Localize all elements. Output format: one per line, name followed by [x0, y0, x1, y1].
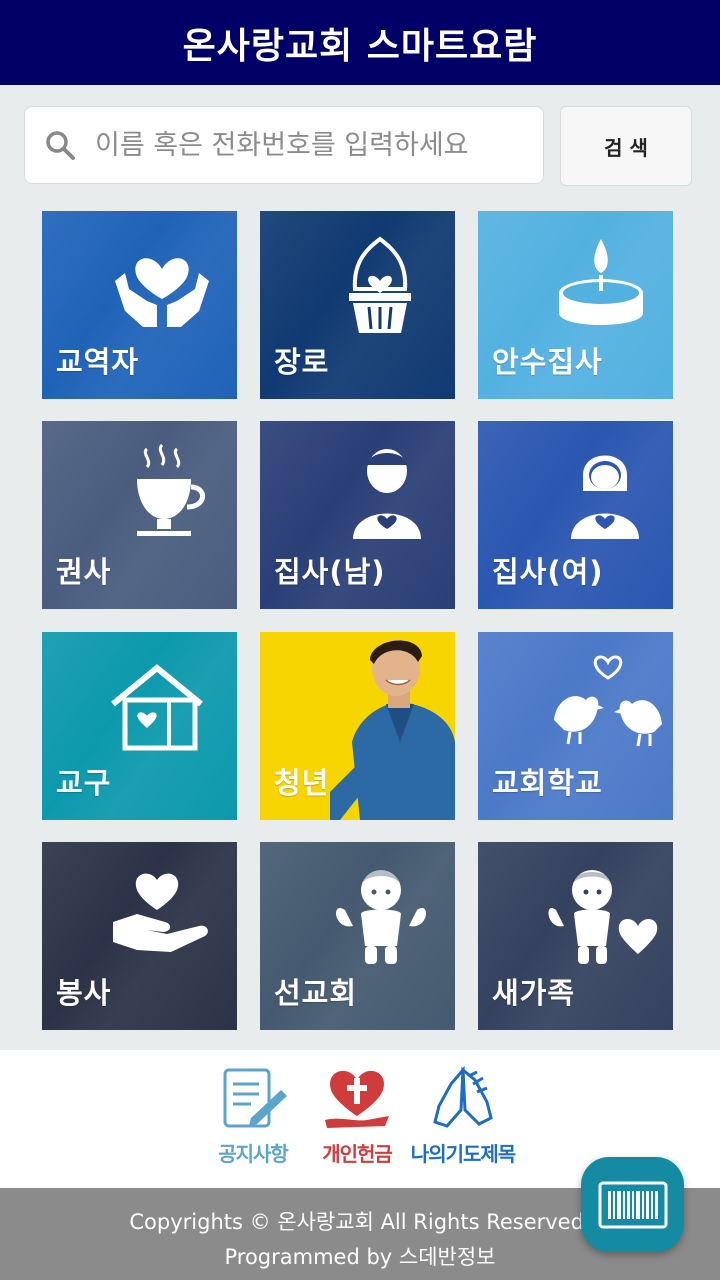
man-heart-icon	[353, 449, 421, 539]
tile-label: 새가족	[492, 976, 576, 1010]
cupid-angel-icon	[335, 870, 427, 964]
tile-label: 교회학교	[492, 766, 603, 800]
coffee-cup-hearts-icon	[137, 443, 205, 536]
bottom-nav-label: 개인헌금	[322, 1142, 393, 1166]
tile-label: 교구	[56, 766, 112, 800]
hand-heart-icon	[113, 873, 208, 952]
cupcake-heart-icon	[349, 236, 411, 333]
tile-ordained-deacons[interactable]: 안수집사	[478, 211, 673, 399]
bottom-nav-notice[interactable]: 공지사항	[208, 1062, 298, 1167]
tile-label: 안수집사	[492, 345, 603, 379]
search-button[interactable]: 검 색	[560, 106, 692, 186]
bottom-nav-label: 나의기도제목	[410, 1142, 516, 1166]
tile-deacons-male[interactable]: 집사(남)	[260, 421, 455, 609]
notepad-pen-icon	[223, 1068, 287, 1128]
house-heart-icon	[111, 664, 203, 751]
tile-ministers[interactable]: 교역자	[42, 211, 237, 399]
praying-heart-hands-icon	[115, 258, 209, 327]
tile-youth[interactable]: 청년	[260, 632, 455, 820]
tile-label: 장로	[274, 345, 330, 379]
tile-parish[interactable]: 교구	[42, 632, 237, 820]
praying-hands-icon	[433, 1065, 493, 1128]
tile-kwonsa[interactable]: 권사	[42, 421, 237, 609]
tile-label: 집사(여)	[492, 555, 604, 589]
bottom-nav-prayer[interactable]: 나의기도제목	[404, 1062, 522, 1167]
app-header: 온사랑교회 스마트요람	[0, 0, 720, 85]
tile-label: 봉사	[56, 976, 112, 1010]
candle-icon	[559, 239, 643, 325]
tile-service[interactable]: 봉사	[42, 842, 237, 1030]
tile-label: 집사(남)	[274, 555, 386, 589]
barcode-button[interactable]	[581, 1157, 684, 1252]
cross-heart-hand-icon	[325, 1070, 389, 1128]
love-birds-icon	[554, 655, 662, 747]
tile-mission-society[interactable]: 선교회	[260, 842, 455, 1030]
tile-label: 교역자	[56, 345, 140, 379]
tile-label: 청년	[274, 766, 330, 800]
angel-heart-icon	[548, 870, 658, 964]
tile-new-family[interactable]: 새가족	[478, 842, 673, 1030]
search-box[interactable]	[24, 106, 544, 184]
search-row: 검 색	[24, 106, 692, 186]
tile-deacons-female[interactable]: 집사(여)	[478, 421, 673, 609]
bottom-nav-label: 공지사항	[218, 1142, 289, 1166]
search-input[interactable]	[95, 129, 535, 161]
young-man-photo	[330, 640, 455, 820]
tile-church-school[interactable]: 교회학교	[478, 632, 673, 820]
tile-label: 권사	[56, 555, 112, 589]
app-title: 온사랑교회 스마트요람	[182, 25, 538, 67]
barcode-icon	[598, 1181, 667, 1228]
tile-label: 선교회	[274, 976, 358, 1010]
bottom-nav-offering[interactable]: 개인헌금	[312, 1062, 402, 1167]
woman-heart-icon	[571, 455, 639, 539]
search-icon	[25, 129, 95, 161]
tile-elders[interactable]: 장로	[260, 211, 455, 399]
